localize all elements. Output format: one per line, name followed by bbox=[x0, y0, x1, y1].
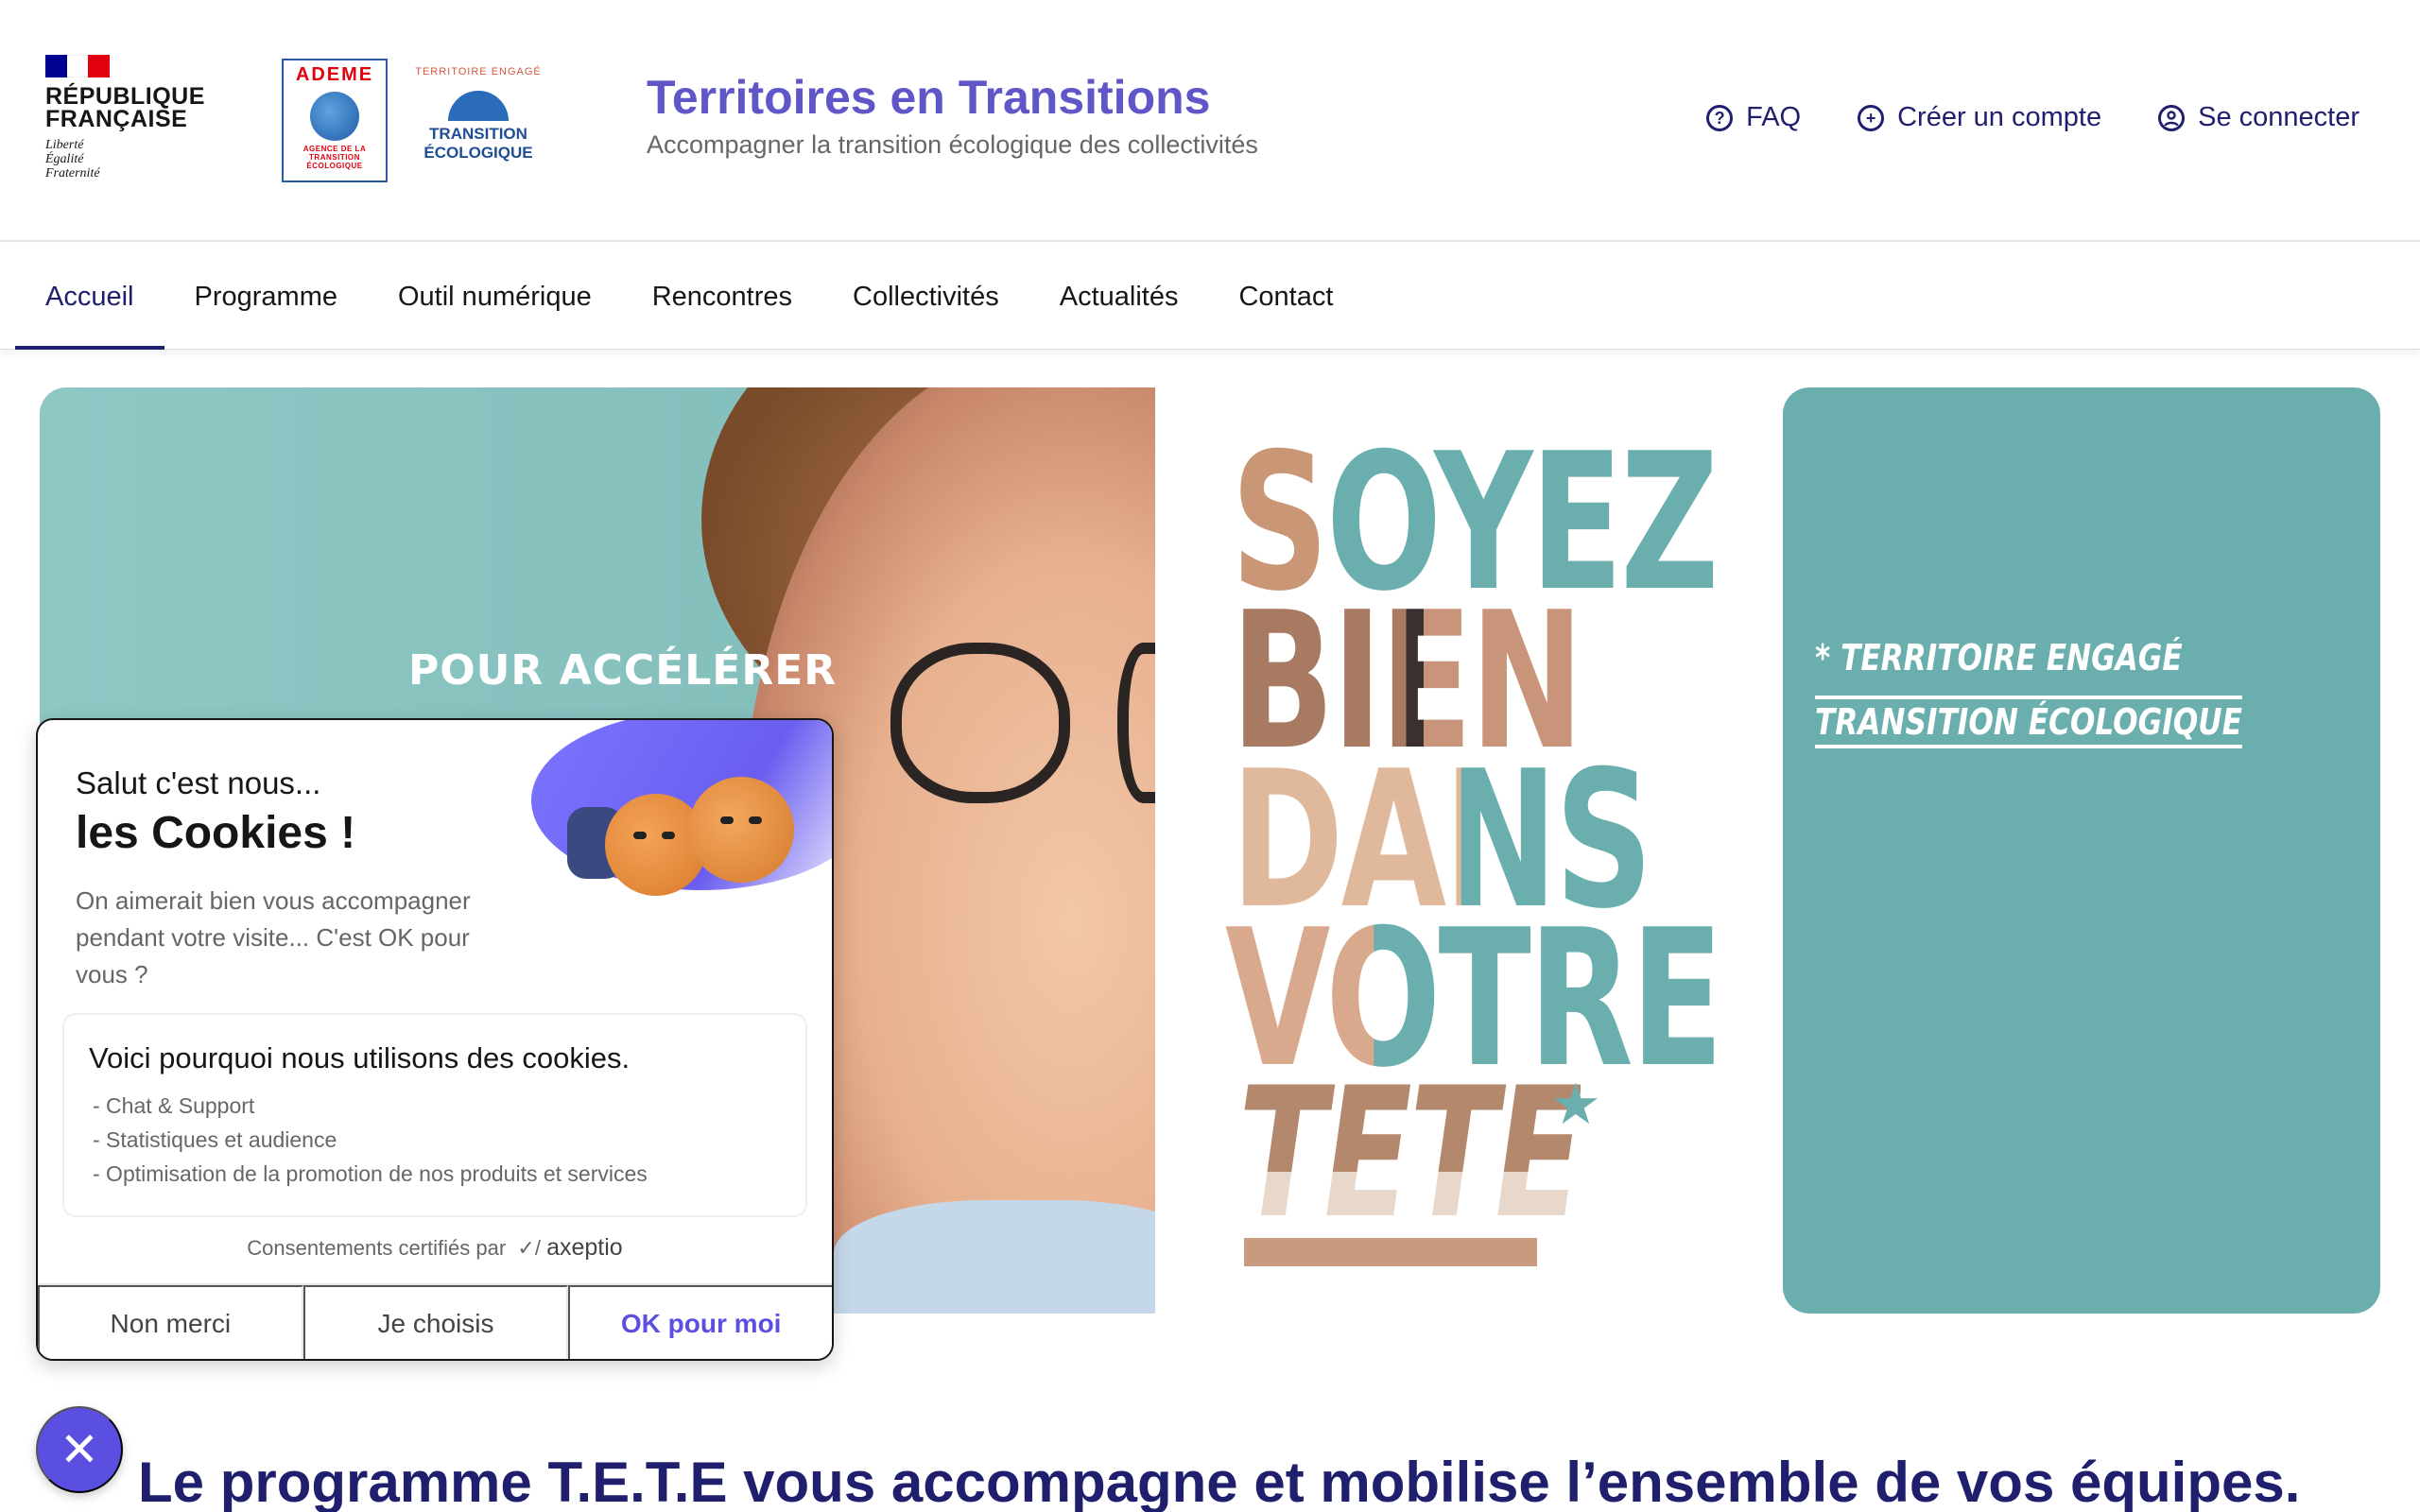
cookie-buttons: Non merci Je choisis OK pour moi bbox=[38, 1283, 832, 1359]
program-heading: Le programme T.E.T.E vous accompagne et … bbox=[138, 1451, 2301, 1512]
site-title[interactable]: Territoires en Transitions bbox=[647, 70, 1210, 125]
create-account-link[interactable]: + Créer un compte bbox=[1858, 102, 2101, 133]
panel-line-2: TRANSITION ÉCOLOGIQUE bbox=[1815, 696, 2242, 748]
faq-label: FAQ bbox=[1746, 102, 1802, 132]
ademe-sub1: AGENCE DE LA bbox=[302, 145, 367, 153]
slogan-underline bbox=[1244, 1238, 1537, 1266]
ademe-sub3: ÉCOLOGIQUE bbox=[306, 162, 363, 170]
rf-motto-liberte: Liberté bbox=[45, 138, 84, 152]
cookie-character-icon-2 bbox=[688, 777, 794, 883]
main-navigation: Accueil Programme Outil numérique Rencon… bbox=[0, 244, 2420, 350]
french-flag-icon bbox=[45, 55, 111, 77]
question-circle-icon: ? bbox=[1706, 104, 1734, 131]
cookie-reasons-title: Voici pourquoi nous utilisons des cookie… bbox=[89, 1041, 631, 1074]
republique-francaise-logo[interactable]: RÉPUBLIQUE FRANÇAISE Liberté Égalité Fra… bbox=[45, 55, 206, 180]
plus-circle-icon: + bbox=[1858, 104, 1885, 131]
nav-item-programme[interactable]: Programme bbox=[164, 244, 369, 350]
nav-item-contact[interactable]: Contact bbox=[1208, 244, 1363, 350]
user-circle-icon bbox=[2158, 104, 2186, 131]
close-cookie-button[interactable]: ✕ bbox=[36, 1406, 123, 1493]
cookie-intro: On aimerait bien vous accompagner pendan… bbox=[76, 886, 471, 988]
nav-item-rencontres[interactable]: Rencontres bbox=[622, 244, 822, 350]
site-header: RÉPUBLIQUE FRANÇAISE Liberté Égalité Fra… bbox=[0, 0, 2420, 242]
ademe-title: ADEME bbox=[295, 64, 374, 85]
login-link[interactable]: Se connecter bbox=[2158, 102, 2360, 133]
nav-item-actualites[interactable]: Actualités bbox=[1029, 244, 1209, 350]
globe-icon bbox=[310, 92, 359, 141]
cookie-title: les Cookies ! bbox=[76, 808, 356, 858]
cookie-reasons-box: Voici pourquoi nous utilisons des cookie… bbox=[62, 1013, 807, 1217]
hero-teal-panel: * TERRITOIRE ENGAGÉ TRANSITION ÉCOLOGIQU… bbox=[1783, 387, 2380, 1314]
header-tools: ? FAQ + Créer un compte Se connecter bbox=[1706, 102, 2360, 133]
ademe-sub2: TRANSITION bbox=[309, 153, 360, 162]
site-tagline: Accompagner la transition écologique des… bbox=[647, 130, 1258, 159]
hero-left-text: POUR ACCÉLÉRER bbox=[408, 646, 838, 695]
list-item: - Chat & Support bbox=[93, 1093, 255, 1118]
panel-line-1: * TERRITOIRE ENGAGÉ bbox=[1815, 637, 2183, 679]
cookie-consent-dialog: Salut c'est nous... les Cookies ! On aim… bbox=[36, 718, 834, 1361]
earth-icon bbox=[448, 91, 509, 121]
create-account-label: Créer un compte bbox=[1897, 102, 2102, 132]
rf-motto-egalite: Égalité bbox=[45, 152, 84, 166]
axeptio-brand[interactable]: axeptio bbox=[546, 1234, 623, 1261]
nav-item-collectivites[interactable]: Collectivités bbox=[822, 244, 1029, 350]
tete-line1: TRANSITION bbox=[429, 125, 527, 143]
faq-link[interactable]: ? FAQ bbox=[1706, 102, 1801, 133]
cookie-reasons-list: - Chat & Support - Statistiques et audie… bbox=[93, 1089, 648, 1191]
nav-item-outil-numerique[interactable]: Outil numérique bbox=[368, 244, 622, 350]
rf-name-line1: RÉPUBLIQUE bbox=[45, 83, 205, 110]
refuse-cookies-button[interactable]: Non merci bbox=[38, 1285, 303, 1359]
hero-glasses bbox=[890, 643, 1070, 803]
star-icon: ★ bbox=[1550, 1073, 1601, 1136]
choose-cookies-button[interactable]: Je choisis bbox=[302, 1285, 569, 1359]
territoire-engage-logo[interactable]: TERRITOIRE ENGAGÉ TRANSITION ÉCOLOGIQUE bbox=[412, 66, 544, 180]
close-icon: ✕ bbox=[60, 1423, 99, 1476]
list-item: - Statistiques et audience bbox=[93, 1127, 337, 1152]
axeptio-check-icon: ✓/ bbox=[511, 1236, 547, 1260]
hero-shirt bbox=[834, 1200, 1155, 1314]
cookie-certification: Consentements certifiés par ✓/ axeptio bbox=[38, 1234, 832, 1262]
rf-motto-fraternite: Fraternité bbox=[45, 166, 100, 180]
login-label: Se connecter bbox=[2198, 102, 2360, 132]
tete-line2: ÉCOLOGIQUE bbox=[424, 144, 533, 162]
ademe-logo[interactable]: ADEME AGENCE DE LA TRANSITION ÉCOLOGIQUE bbox=[282, 59, 388, 182]
certif-text: Consentements certifiés par bbox=[247, 1236, 507, 1260]
rf-name-line2: FRANÇAISE bbox=[45, 106, 188, 132]
cookie-greeting: Salut c'est nous... bbox=[76, 765, 321, 800]
accept-cookies-button[interactable]: OK pour moi bbox=[568, 1285, 832, 1359]
hero-slogan: SOYEZ BIEN DANS VOTRE TETE ★ bbox=[1155, 387, 1783, 1314]
slogan-word-5: TETE bbox=[1238, 1049, 1583, 1258]
tete-arc-text: TERRITOIRE ENGAGÉ bbox=[415, 66, 542, 77]
list-item: - Optimisation de la promotion de nos pr… bbox=[93, 1161, 648, 1186]
nav-item-accueil[interactable]: Accueil bbox=[15, 244, 164, 350]
